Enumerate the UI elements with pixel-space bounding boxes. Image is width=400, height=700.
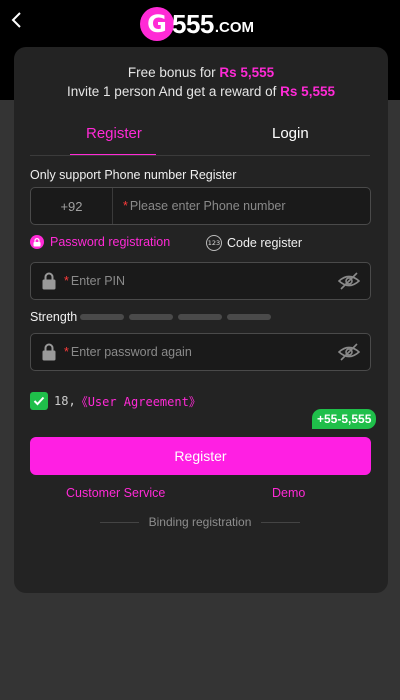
password-again-input[interactable]: * Enter password again <box>64 334 192 370</box>
lock-icon <box>42 272 56 290</box>
agreement-row: 18, 《User Agreement》 <box>30 392 201 410</box>
header: G 555 .COM <box>0 0 400 46</box>
register-button[interactable]: Register <box>30 437 371 475</box>
lock-icon <box>42 343 56 361</box>
required-mark: * <box>64 274 69 288</box>
tab-login[interactable]: Login <box>272 125 309 142</box>
password-again-field[interactable]: * Enter password again <box>30 333 371 371</box>
customer-service-link[interactable]: Customer Service <box>66 486 165 500</box>
bonus-amount-1: Rs 5,555 <box>219 65 275 80</box>
demo-link[interactable]: Demo <box>272 486 305 500</box>
logo-text: 555 <box>172 8 214 39</box>
checkmark-icon <box>33 396 45 406</box>
binding-registration[interactable]: Binding registration <box>100 514 300 530</box>
pin-placeholder: Enter PIN <box>70 274 126 288</box>
password-registration-label: Password registration <box>50 235 171 249</box>
user-agreement-link[interactable]: 《User Agreement》 <box>76 393 201 410</box>
strength-bar <box>227 314 271 320</box>
tab-divider <box>30 155 370 156</box>
phone-placeholder: Please enter Phone number <box>129 199 286 213</box>
password-again-placeholder: Enter password again <box>70 345 192 359</box>
password-lock-icon <box>30 235 44 249</box>
registration-method-row: Password registration 123 Code register <box>30 235 370 255</box>
pin-field[interactable]: * Enter PIN <box>30 262 371 300</box>
logo-g-mark: G <box>140 7 174 41</box>
eye-slash-icon[interactable] <box>338 271 360 291</box>
phone-field[interactable]: +92 * Please enter Phone number <box>30 187 371 225</box>
strength-bar <box>178 314 222 320</box>
agreement-checkbox[interactable] <box>30 392 48 410</box>
required-mark: * <box>123 199 128 213</box>
country-code-prefix[interactable]: +92 <box>31 188 113 224</box>
auth-tabs: Register Login <box>30 117 370 157</box>
logo: G 555 .COM <box>140 4 254 44</box>
bonus-line-1: Free bonus for Rs 5,555 <box>14 65 388 80</box>
phone-only-notice: Only support Phone number Register <box>30 168 237 182</box>
code-123-icon: 123 <box>206 235 222 251</box>
age-requirement: 18, <box>54 394 76 408</box>
password-registration-option[interactable]: Password registration <box>30 235 170 249</box>
bonus-amount-2: Rs 5,555 <box>280 84 335 99</box>
back-arrow-icon <box>11 12 21 28</box>
phone-input[interactable]: * Please enter Phone number <box>123 188 286 224</box>
strength-bar <box>129 314 173 320</box>
bonus-line-2-text: Invite 1 person And get a reward of <box>67 84 281 99</box>
code-register-label: Code register <box>227 236 303 250</box>
bonus-line-2: Invite 1 person And get a reward of Rs 5… <box>14 84 388 99</box>
required-mark: * <box>64 345 69 359</box>
tab-register[interactable]: Register <box>86 125 142 142</box>
strength-label: Strength <box>30 310 78 324</box>
reward-badge: +55-5,555 <box>312 409 377 429</box>
strength-bar <box>80 314 124 320</box>
binding-registration-label: Binding registration <box>148 515 252 529</box>
code-register-option[interactable]: 123 Code register <box>206 235 302 251</box>
logo-tld: .COM <box>214 19 255 36</box>
bonus-line-1-text: Free bonus for <box>127 65 220 80</box>
eye-slash-icon[interactable] <box>338 342 360 362</box>
register-card: Free bonus for Rs 5,555 Invite 1 person … <box>14 47 388 593</box>
back-button[interactable] <box>6 8 26 32</box>
pin-input[interactable]: * Enter PIN <box>64 263 125 299</box>
